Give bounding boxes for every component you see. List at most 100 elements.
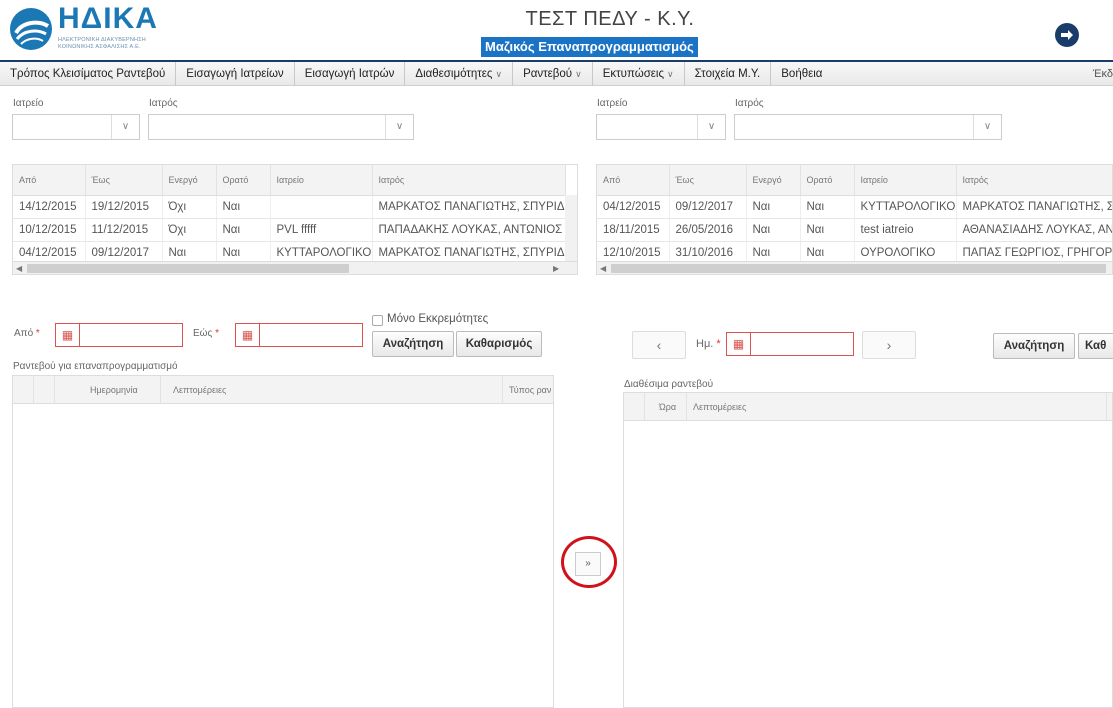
scroll-thumb[interactable]: [611, 264, 1106, 273]
column-header[interactable]: Από: [13, 165, 86, 196]
logo-subtext-1: ΗΛΕΚΤΡΟΝΙΚΗ ΔΙΑΚΥΒΕΡΝΗΣΗ: [58, 37, 146, 43]
nav-item-appointments[interactable]: Ραντεβού ∨: [513, 62, 593, 86]
search-button-right[interactable]: Αναζήτηση: [993, 333, 1075, 359]
column-header[interactable]: Ορατό: [800, 165, 855, 196]
chevron-down-icon: ∨: [495, 69, 503, 79]
nav-item-label: Τρόπος Κλεισίματος Ραντεβού: [10, 68, 166, 80]
availability-table-left: Από Έως Ενεργό Ορατό Ιατρείο Ιατρός 14/1…: [12, 164, 578, 275]
cell-clinic: [270, 195, 373, 219]
from-date-input[interactable]: ▦: [55, 323, 183, 347]
required-marker: *: [35, 328, 40, 339]
logo-subtext-2: ΚΟΙΝΩΝΙΚΗΣ ΑΣΦΑΛΙΣΗΣ Α.Ε.: [58, 44, 141, 50]
version-text: Έκδ: [1092, 68, 1113, 80]
column-header[interactable]: Λεπτομέρειες: [687, 393, 1107, 421]
select-column-header[interactable]: [13, 376, 34, 404]
chevron-down-icon: ∨: [575, 69, 582, 79]
chevron-down-icon: ∨: [667, 69, 674, 79]
chevron-down-icon: ∨: [111, 115, 139, 139]
nav-item-label: Εκτυπώσεις: [602, 68, 665, 80]
nav-item-add-doctors[interactable]: Εισαγωγή Ιατρών: [295, 62, 406, 86]
to-label-text: Εώς: [193, 328, 213, 339]
nav-item-add-clinics[interactable]: Εισαγωγή Ιατρείων: [176, 62, 295, 86]
clear-button-right[interactable]: Καθ: [1078, 333, 1113, 359]
available-appointments-grid: Ώρα Λεπτομέρειες: [623, 392, 1113, 708]
column-header[interactable]: Ενεργό: [162, 165, 217, 196]
column-header[interactable]: Έως: [669, 165, 747, 196]
cell-from: 10/12/2015: [13, 218, 86, 242]
logo-brand-text: ΗΔΙΚΑ: [58, 2, 158, 35]
horizontal-scrollbar[interactable]: ◀: [597, 261, 1112, 274]
cell-to: 19/12/2015: [85, 195, 163, 219]
cell-clinic: test iatreio: [854, 218, 957, 242]
pending-only-checkbox[interactable]: [372, 315, 383, 326]
scroll-left-icon[interactable]: ◀: [600, 262, 606, 274]
doctor-label-right: Ιατρός: [735, 98, 764, 109]
column-header[interactable]: Ιατρείο: [854, 165, 957, 196]
cell-doctor: ΜΑΡΚΑΤΟΣ ΠΑΝΑΓΙΩΤΗΣ, ΣΠ: [956, 195, 1112, 219]
from-label-text: Από: [14, 328, 34, 339]
cell-visible: Ναι: [216, 195, 271, 219]
date-label-text: Ημ.: [696, 338, 714, 350]
scroll-right-icon[interactable]: ▶: [553, 262, 559, 274]
to-date-label: Εώς *: [193, 328, 219, 339]
pending-only-label: Μόνο Εκκρεμότητες: [387, 313, 489, 325]
column-header[interactable]: Ιατρείο: [270, 165, 373, 196]
scroll-thumb[interactable]: [27, 264, 349, 273]
cell-active: Ναι: [746, 195, 801, 219]
horizontal-scrollbar[interactable]: ◀ ▶: [13, 261, 577, 274]
next-day-button[interactable]: ›: [862, 331, 916, 359]
table-row[interactable]: 18/11/2015 26/05/2016 Ναι Ναι test iatre…: [597, 218, 1112, 242]
to-date-input[interactable]: ▦: [235, 323, 363, 347]
table-row[interactable]: 04/12/2015 09/12/2017 Ναι Ναι ΚΥΤΤΑΡΟΛΟΓ…: [597, 195, 1112, 219]
chevron-down-icon: ∨: [385, 115, 413, 139]
calendar-icon[interactable]: ▦: [727, 333, 751, 355]
date-label: Ημ. *: [696, 338, 721, 350]
nav-item-availability[interactable]: Διαθεσιμότητες ∨: [405, 62, 514, 86]
calendar-icon[interactable]: ▦: [56, 324, 80, 346]
column-header[interactable]: Ιατρός: [372, 165, 566, 196]
search-button-left[interactable]: Αναζήτηση: [372, 331, 454, 357]
column-header[interactable]: Έως: [85, 165, 163, 196]
previous-day-button[interactable]: ‹: [632, 331, 686, 359]
cell-from: 14/12/2015: [13, 195, 86, 219]
column-header[interactable]: Ημερομηνία: [55, 376, 161, 404]
calendar-icon[interactable]: ▦: [236, 324, 260, 346]
column-header[interactable]: Ώρα: [645, 393, 687, 421]
cell-active: Ναι: [746, 218, 801, 242]
nav-item-label: Στοιχεία Μ.Υ.: [694, 68, 761, 80]
column-header[interactable]: Λεπτομέρειες: [161, 376, 503, 404]
column-header[interactable]: Από: [597, 165, 670, 196]
cell-visible: Ναι: [800, 195, 855, 219]
nav-item-prints[interactable]: Εκτυπώσεις ∨: [593, 62, 685, 86]
page-subtitle: Μαζικός Επαναπρογραμματισμός: [481, 37, 698, 57]
cell-to: 09/12/2017: [669, 195, 747, 219]
required-marker: *: [215, 328, 219, 339]
select-column-header[interactable]: [624, 393, 645, 421]
cell-from: 18/11/2015: [597, 218, 670, 242]
clear-button-left[interactable]: Καθαρισμός: [456, 331, 542, 357]
grid-header: Ώρα Λεπτομέρειες: [624, 393, 1112, 421]
column-header[interactable]: Ορατό: [216, 165, 271, 196]
nav-item-closing-method[interactable]: Τρόπος Κλεισίματος Ραντεβού: [0, 62, 177, 86]
logout-button[interactable]: [1055, 23, 1079, 47]
nav-item-unit-info[interactable]: Στοιχεία Μ.Υ.: [685, 62, 772, 86]
column-header[interactable]: Ενεργό: [746, 165, 801, 196]
cell-active: Όχι: [162, 218, 217, 242]
nav-item-label: Ραντεβού: [523, 68, 573, 80]
appointment-date-input[interactable]: ▦: [726, 332, 854, 356]
cell-doctor: ΑΘΑΝΑΣΙΑΔΗΣ ΛΟΥΚΑΣ, ΑΝΤ: [956, 218, 1112, 242]
doctor-select-right[interactable]: ∨: [734, 114, 1002, 140]
vertical-scrollbar[interactable]: [565, 195, 577, 261]
table-row[interactable]: 10/12/2015 11/12/2015 Όχι Ναι PVL fffff …: [13, 218, 566, 242]
clinic-select-left[interactable]: ∨: [12, 114, 140, 140]
clinic-select-right[interactable]: ∨: [596, 114, 726, 140]
nav-item-help[interactable]: Βοήθεια: [771, 62, 832, 86]
column-header[interactable]: Τύπος ραν: [503, 376, 555, 404]
column-header[interactable]: Ιατρός: [956, 165, 1112, 196]
scroll-left-icon[interactable]: ◀: [16, 262, 22, 274]
expand-column-header[interactable]: [34, 376, 55, 404]
nav-item-label: Εισαγωγή Ιατρών: [304, 68, 395, 80]
table-row[interactable]: 14/12/2015 19/12/2015 Όχι Ναι ΜΑΡΚΑΤΟΣ Π…: [13, 195, 566, 219]
doctor-select-left[interactable]: ∨: [148, 114, 414, 140]
main-nav: Τρόπος Κλεισίματος Ραντεβού Εισαγωγή Ιατ…: [0, 60, 1113, 86]
